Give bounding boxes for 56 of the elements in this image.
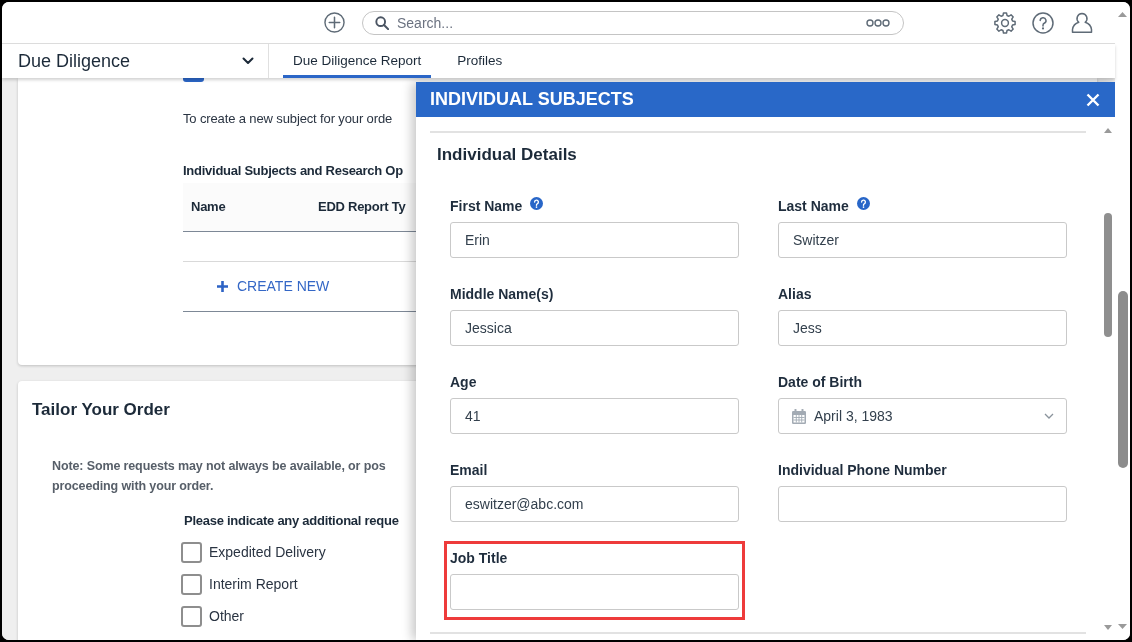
chevron-down-icon — [1044, 413, 1054, 419]
add-icon[interactable] — [324, 12, 345, 33]
help-icon[interactable] — [856, 196, 870, 210]
section-title: Tailor Your Order — [32, 399, 170, 421]
scroll-up-icon[interactable] — [1104, 128, 1112, 133]
field-label: Job Title — [450, 548, 508, 568]
chevron-down-icon — [242, 57, 254, 65]
text-field[interactable]: 41 — [450, 398, 739, 434]
field-label: Last Name — [778, 196, 849, 216]
option-label: Other — [209, 606, 244, 626]
field-label: Date of Birth — [778, 372, 862, 392]
close-icon — [1086, 92, 1100, 107]
text-field[interactable]: Switzer — [778, 222, 1067, 258]
scroll-up-icon[interactable] — [1118, 12, 1127, 17]
text-field[interactable] — [450, 574, 739, 610]
text-field[interactable]: Jess — [778, 310, 1067, 346]
column-header: Name — [190, 198, 227, 217]
intro-text: To create a new subject for your orde — [183, 110, 393, 128]
calendar-icon — [792, 408, 806, 424]
close-button[interactable] — [1086, 92, 1100, 107]
option-label: Interim Report — [209, 574, 298, 594]
field-label: First Name — [450, 196, 523, 216]
section-title: Individual Details — [437, 144, 577, 166]
plus-icon — [217, 281, 228, 292]
field-label: Alias — [778, 284, 812, 304]
tab[interactable]: Profiles — [447, 44, 513, 78]
scrollbar[interactable] — [1115, 2, 1130, 640]
checkbox[interactable] — [181, 541, 202, 563]
field-label: Age — [450, 372, 477, 392]
checkbox[interactable] — [183, 78, 204, 82]
help-icon[interactable] — [1032, 11, 1054, 34]
text-field[interactable]: eswitzer@abc.com — [450, 486, 739, 522]
checkbox[interactable] — [181, 605, 202, 627]
search-icon — [375, 15, 389, 30]
user-icon[interactable] — [1071, 11, 1093, 34]
text-field[interactable]: Erin — [450, 222, 739, 258]
settings-icon[interactable] — [994, 11, 1016, 34]
help-icon[interactable] — [530, 196, 544, 210]
option-label: Expedited Delivery — [209, 542, 326, 562]
field-label: Individual Phone Number — [778, 460, 947, 480]
note-text: Note: Some requests may not always be available, or pos proceeding with your order. — [52, 458, 386, 495]
date-field[interactable]: April 3, 1983 — [778, 398, 1067, 434]
field-label: Email — [450, 460, 488, 480]
create-new-button[interactable]: CREATE NEW — [217, 276, 330, 297]
search-field[interactable]: Search... — [362, 10, 904, 35]
text-field[interactable] — [778, 486, 1067, 522]
table-title: Individual Subjects and Research Op — [183, 162, 403, 180]
checkbox[interactable] — [181, 573, 202, 595]
text-field[interactable]: Jessica — [450, 310, 739, 346]
prompt-text: Please indicate any additional reque — [184, 512, 399, 530]
more-icon[interactable] — [866, 18, 890, 27]
field-label: Middle Name(s) — [450, 284, 554, 304]
column-header: EDD Report Ty — [317, 198, 406, 217]
scrollbar-thumb[interactable] — [1104, 213, 1112, 337]
scrollbar-thumb[interactable] — [1117, 291, 1128, 468]
dialog-title: INDIVIDUAL SUBJECTS — [430, 88, 634, 111]
